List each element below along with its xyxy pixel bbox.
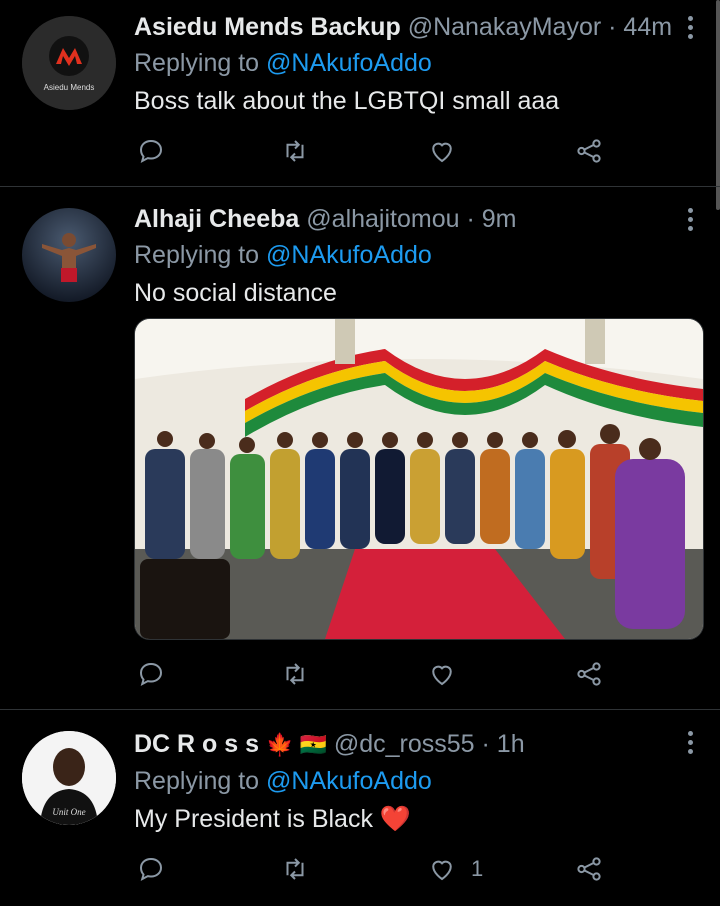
username[interactable]: @NanakayMayor xyxy=(408,13,602,41)
tweet-text: Boss talk about the LGBTQI small aaa xyxy=(134,87,560,115)
like-icon xyxy=(432,665,452,686)
like-button[interactable] xyxy=(427,134,457,168)
retweet-button[interactable] xyxy=(280,134,310,168)
display-name[interactable]: Alhaji Cheeba xyxy=(134,205,299,233)
timestamp[interactable]: · 1h xyxy=(482,730,525,758)
flag-emojis: 🍁 🇬🇭 xyxy=(265,732,327,757)
avatar[interactable]: Asiedu Mends xyxy=(22,16,116,110)
timestamp[interactable]: · 9m xyxy=(466,205,516,233)
share-icon xyxy=(577,662,601,686)
replying-to: Replying to @NAkufoAddo xyxy=(134,240,700,270)
avatar-photo xyxy=(22,208,116,302)
tweet-2[interactable]: Alhaji Cheeba @alhajitomou · 9m Replying… xyxy=(0,187,720,709)
tweet-header: Asiedu Mends Backup @NanakayMayor · 44m xyxy=(134,12,700,42)
reply-icon xyxy=(139,662,163,686)
reply-button[interactable] xyxy=(136,134,166,168)
avatar[interactable] xyxy=(22,208,116,302)
timestamp[interactable]: · 44m xyxy=(608,13,672,41)
share-button[interactable] xyxy=(574,657,604,691)
avatar[interactable]: Unit One xyxy=(22,731,116,825)
share-icon xyxy=(577,139,601,163)
mention-link[interactable]: @NAkufoAddo xyxy=(266,241,432,269)
display-name[interactable]: Asiedu Mends Backup xyxy=(134,13,401,41)
heart-emoji: ❤️ xyxy=(379,805,412,833)
tweet-text: No social distance xyxy=(134,279,337,307)
tweet-text-container: My President is Black ❤️ xyxy=(134,804,700,834)
replying-prefix: Replying to xyxy=(134,767,267,795)
like-button[interactable] xyxy=(427,657,457,691)
retweet-icon xyxy=(286,140,304,162)
tweet-header: Alhaji Cheeba @alhajitomou · 9m xyxy=(134,204,700,234)
like-button[interactable]: 1 xyxy=(427,852,483,886)
replying-to: Replying to @NAkufoAddo xyxy=(134,48,700,78)
share-button[interactable] xyxy=(574,852,604,886)
more-icon[interactable] xyxy=(688,208,694,235)
tweet-image[interactable] xyxy=(134,318,704,640)
replying-prefix: Replying to xyxy=(134,241,267,269)
group-photo xyxy=(135,319,703,639)
like-icon xyxy=(432,860,452,881)
like-icon xyxy=(432,142,452,163)
more-icon[interactable] xyxy=(688,731,694,758)
display-name[interactable]: DC R o s s xyxy=(134,730,259,758)
retweet-button[interactable] xyxy=(280,852,310,886)
tweet-header: DC R o s s 🍁 🇬🇭 @dc_ross55 · 1h xyxy=(134,729,700,760)
retweet-icon xyxy=(286,663,304,685)
mention-link[interactable]: @NAkufoAddo xyxy=(266,49,432,77)
reply-icon xyxy=(139,139,163,163)
reply-button[interactable] xyxy=(136,852,166,886)
more-icon[interactable] xyxy=(688,16,694,43)
share-icon xyxy=(577,857,601,881)
replying-to: Replying to @NAkufoAddo xyxy=(134,766,700,796)
replying-prefix: Replying to xyxy=(134,49,267,77)
avatar-photo: Unit One xyxy=(22,731,116,825)
reply-button[interactable] xyxy=(136,657,166,691)
retweet-icon xyxy=(286,858,304,880)
tweet-3[interactable]: Unit One DC R o s s 🍁 🇬🇭 @dc_ross55 · 1h… xyxy=(0,710,720,906)
asiedu-mends-logo: Asiedu Mends xyxy=(22,16,116,110)
reply-icon xyxy=(139,857,163,881)
avatar-text: Asiedu Mends xyxy=(44,83,95,92)
avatar-text: Unit One xyxy=(52,807,85,817)
username[interactable]: @alhajitomou xyxy=(306,205,459,233)
like-count: 1 xyxy=(471,856,484,881)
tweet-1[interactable]: Asiedu Mends Asiedu Mends Backup @Nanaka… xyxy=(0,0,720,185)
retweet-button[interactable] xyxy=(280,657,310,691)
tweet-text: My President is Black xyxy=(134,805,373,833)
share-button[interactable] xyxy=(574,134,604,168)
mention-link[interactable]: @NAkufoAddo xyxy=(266,767,432,795)
username[interactable]: @dc_ross55 xyxy=(334,730,475,758)
